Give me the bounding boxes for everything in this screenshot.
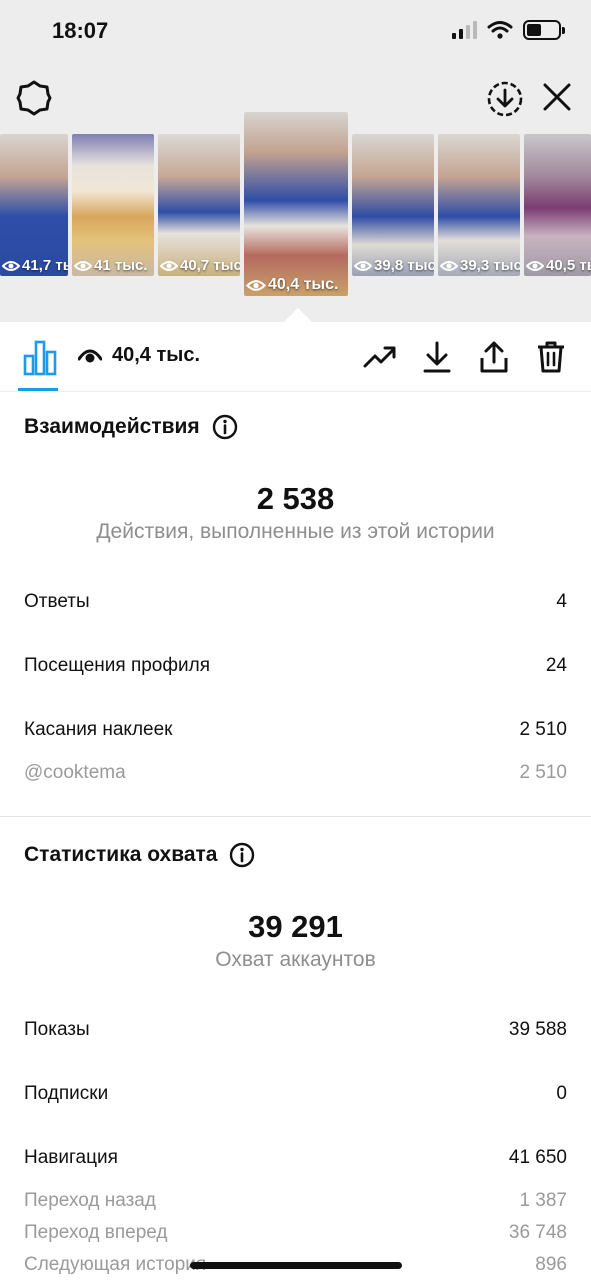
bar-chart-icon [23,340,57,376]
stat-value: 4 [556,591,567,612]
stat-label: Показы [24,1019,90,1040]
eye-icon [246,279,266,291]
story-views: 41,7 тыс. [22,257,68,274]
close-icon [543,83,571,111]
stat-row-sticker-taps: Касания наклеек 2 510 [24,719,567,741]
reach-heading: Статистика охвата [24,842,255,868]
stat-row-replies: Ответы 4 [24,591,567,613]
story-toolbar: 40,4 тыс. [0,322,591,392]
stat-row-forward: Переход вперед 36 748 [24,1222,567,1244]
reach-total: 39 291 [248,909,343,944]
stat-label: Посещения профиля [24,655,210,676]
interactions-title: Взаимодействия [24,415,200,438]
eye-icon [78,349,102,362]
settings-icon [16,80,52,116]
viewers-button[interactable]: 40,4 тыс. [78,344,200,367]
status-time: 18:07 [52,18,109,43]
stat-value: 36 748 [508,1222,567,1243]
story-thumbnail[interactable]: 41 тыс. [72,134,154,276]
stat-label: Следующая история [24,1254,207,1275]
stat-row-impressions: Показы 39 588 [24,1019,567,1041]
story-thumbnail[interactable]: 40,5 тыс. [524,134,591,276]
viewers-count: 40,4 тыс. [112,344,201,366]
stat-row-follows: Подписки 0 [24,1083,567,1105]
interactions-caption: Действия, выполненные из этой истории [96,520,495,543]
stat-row-navigation: Навигация 41 650 [24,1147,567,1169]
settings-button[interactable] [14,78,54,118]
close-button[interactable] [538,78,576,116]
stat-row-profile-visits: Посещения профиля 24 [24,655,567,677]
story-thumbnail[interactable]: 39,8 тыс. [352,134,434,276]
section-divider [0,816,591,817]
share-icon [480,341,508,373]
status-icons [452,20,565,40]
eye-icon [526,260,544,271]
download-circle-icon [487,81,523,117]
active-tab-indicator [18,388,58,391]
save-story-button[interactable] [484,78,526,120]
stat-row-mention-sticker: @cooktema 2 510 [24,762,567,784]
eye-icon [440,260,458,271]
story-views: 40,5 тыс. [546,257,591,274]
battery-icon [523,20,565,40]
stat-row-back: Переход назад 1 387 [24,1190,567,1212]
stat-label: Навигация [24,1147,118,1168]
stat-label: Подписки [24,1083,109,1104]
trash-icon [538,341,564,373]
stat-value: 2 510 [519,719,567,740]
stat-label: Ответы [24,591,90,612]
stat-value: 896 [535,1254,567,1275]
insights-tab[interactable] [22,338,58,378]
reach-title: Статистика охвата [24,843,218,866]
selected-pointer [283,308,313,323]
story-views: 41 тыс. [94,257,148,274]
story-views: 40,4 тыс. [268,276,339,293]
story-views: 39,3 тыс. [460,257,520,274]
story-header: 18:07 41,7 тыс. 41 [0,0,591,322]
story-thumbnail-selected[interactable]: 40,4 тыс. [244,112,348,296]
signal-icon [452,21,477,39]
info-icon[interactable] [212,414,238,440]
promote-button[interactable] [362,339,398,375]
stat-label: @cooktema [24,762,126,783]
wifi-icon [487,21,513,39]
stat-value: 41 650 [508,1147,567,1168]
story-views: 40,7 тыс. [180,257,240,274]
stat-value: 39 588 [508,1019,567,1040]
story-thumbnail[interactable]: 39,3 тыс. [438,134,520,276]
eye-icon [74,260,92,271]
stat-value: 1 387 [519,1190,567,1211]
download-icon [423,341,451,373]
eye-icon [354,260,372,271]
trending-icon [363,346,396,368]
interactions-total: 2 538 [256,481,335,516]
story-views: 39,8 тыс. [374,257,434,274]
interactions-heading: Взаимодействия [24,414,238,440]
download-button[interactable] [419,339,455,375]
stories-strip: 41,7 тыс. 41 тыс. 40,7 тыс. 40,4 тыс. 39… [0,112,591,298]
stat-label: Переход назад [24,1190,156,1211]
eye-icon [160,260,178,271]
delete-button[interactable] [533,339,569,375]
story-thumbnail[interactable]: 40,7 тыс. [158,134,240,276]
eye-icon [2,260,20,271]
stat-label: Касания наклеек [24,719,173,740]
stat-value: 0 [556,1083,567,1104]
story-thumbnail[interactable]: 41,7 тыс. [0,134,68,276]
share-button[interactable] [476,339,512,375]
stat-label: Переход вперед [24,1222,168,1243]
info-icon[interactable] [229,842,255,868]
stat-value: 24 [545,655,567,676]
reach-caption: Охват аккаунтов [215,948,376,971]
stat-value: 2 510 [519,762,567,783]
home-indicator[interactable] [190,1262,402,1269]
